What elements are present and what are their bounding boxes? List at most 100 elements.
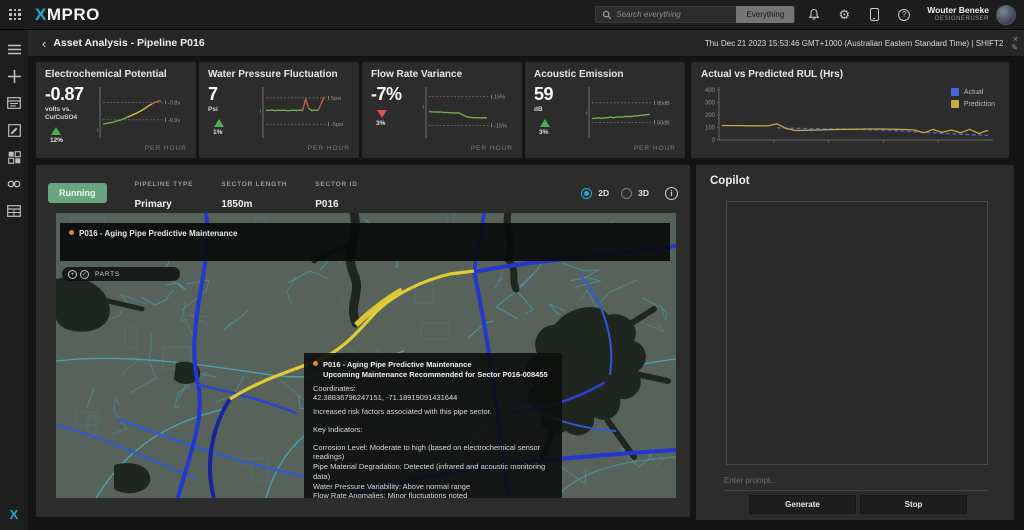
tooltip-title: P016 - Aging Pipe Predictive Maintenance (323, 360, 472, 369)
kpi-title: Electrochemical Potential (45, 69, 187, 80)
blocks-icon[interactable] (6, 149, 22, 165)
svg-text:0: 0 (712, 138, 716, 144)
avatar[interactable] (996, 5, 1016, 25)
asset-panel: Running PIPELINE TYPEPrimary SECTOR LENG… (36, 165, 690, 517)
search-scope-button[interactable]: Everything (736, 6, 794, 23)
menu-icon[interactable] (6, 41, 22, 57)
xmpro-mark-icon[interactable]: X (10, 507, 19, 522)
kpi-title: Water Pressure Fluctuation (208, 69, 350, 80)
tooltip-indicator: Pipe Material Degradation: Detected (inf… (313, 462, 553, 482)
svg-text:0: 0 (260, 109, 261, 115)
form-icon[interactable] (6, 122, 22, 138)
trend-icon (377, 110, 387, 118)
field-value: Primary (135, 199, 172, 210)
radio-2d-label[interactable]: 2D (598, 188, 609, 198)
rul-chart-card: Actual vs Predicted RUL (Hrs) 0100200300… (691, 62, 1009, 158)
map[interactable]: P016 - Aging Pipe Predictive Maintenance… (56, 213, 676, 498)
kpi-caption: PER HOUR (308, 145, 350, 152)
stop-button[interactable]: Stop (860, 495, 967, 514)
search-bar[interactable]: Everything (595, 6, 795, 23)
radio-3d-label[interactable]: 3D (638, 188, 649, 198)
page-header: ‹ Asset Analysis - Pipeline P016 Thu Dec… (28, 30, 1024, 57)
copilot-response-area (726, 201, 988, 465)
timestamp: Thu Dec 21 2023 15:53:46 GMT+1000 (Austr… (705, 39, 1003, 48)
back-chevron-icon[interactable]: ‹ (42, 37, 46, 50)
add-icon[interactable] (6, 68, 22, 84)
radio-2d[interactable] (581, 188, 592, 199)
kpi-card-water-pressure: Water Pressure Fluctuation 7 Psi 1% 05ps… (199, 62, 359, 158)
map-parts-control: + ✓ PARTS (62, 267, 180, 281)
kpi-caption: PER HOUR (634, 145, 676, 152)
kpi-value: -7% (371, 84, 423, 105)
legend-chip-actual (951, 88, 959, 96)
svg-text:80dB: 80dB (657, 101, 670, 107)
copilot-title: Copilot (710, 175, 1000, 187)
xmpro-logo[interactable]: XMPRO (35, 5, 100, 25)
tooltip-subtitle: Upcoming Maintenance Recommended for Sec… (323, 370, 553, 380)
zoom-in-icon[interactable]: + (68, 270, 77, 279)
status-badge: Running (48, 183, 107, 203)
svg-text:0: 0 (423, 105, 424, 111)
field-value: P016 (315, 199, 338, 210)
mobile-device-icon[interactable] (863, 6, 885, 24)
svg-text:-15%: -15% (494, 123, 507, 129)
view-toggles: 2D 3D i (581, 187, 678, 200)
kpi-change: 3% (539, 129, 586, 136)
radio-3d[interactable] (621, 188, 632, 199)
rul-legend: Actual Prediction (951, 88, 995, 112)
settings-gear-icon[interactable]: ⚙ (833, 6, 855, 24)
kpi-unit: dB (534, 106, 586, 114)
apps-grid-icon[interactable] (9, 9, 21, 21)
svg-text:-0.9v: -0.9v (168, 118, 180, 124)
kpi-value: 59 (534, 84, 586, 105)
field-label: SECTOR ID (315, 181, 357, 188)
kpi-caption: PER HOUR (471, 145, 513, 152)
user-menu[interactable]: Wouter Beneke DESIGNERUSER (927, 6, 989, 23)
trend-icon (51, 127, 61, 135)
kpi-unit: Psi (208, 106, 260, 114)
svg-text:300: 300 (705, 101, 716, 107)
info-icon[interactable]: i (665, 187, 678, 200)
tooltip-coords: 42.38836796247151, -71.18919091431644 (313, 393, 553, 403)
svg-text:0: 0 (97, 128, 98, 134)
sparkline-chart: 0 15% -15% (423, 86, 523, 140)
bell-icon[interactable] (803, 6, 825, 24)
window-icon[interactable] (6, 95, 22, 111)
kpi-card-acoustic: Acoustic Emission 59 dB 3% 080dB50dB PER… (525, 62, 685, 158)
map-banner-text: P016 - Aging Pipe Predictive Maintenance (79, 229, 237, 238)
link-icon[interactable] (6, 176, 22, 192)
copilot-prompt-input[interactable] (724, 471, 988, 491)
legend-label: Actual (964, 89, 983, 96)
sparkline-chart: 080dB50dB (586, 86, 686, 140)
parts-label: PARTS (95, 271, 120, 278)
search-input[interactable] (616, 10, 736, 19)
kpi-row: Electrochemical Potential -0.87 volts vs… (36, 62, 685, 158)
generate-button[interactable]: Generate (749, 495, 856, 514)
kpi-caption: PER HOUR (145, 145, 187, 152)
edit-pencil-icon[interactable]: ✎ (1011, 44, 1018, 52)
kpi-title: Flow Rate Variance (371, 69, 513, 80)
marker-dot-icon (69, 230, 74, 235)
help-icon[interactable]: ? (893, 6, 915, 24)
trend-icon (540, 119, 550, 127)
copilot-panel: Copilot Generate Stop (696, 165, 1014, 520)
left-sidebar: X (0, 30, 28, 530)
status-row: Running PIPELINE TYPEPrimary SECTOR LENG… (48, 175, 678, 211)
kpi-value: -0.87 (45, 84, 97, 105)
map-banner: P016 - Aging Pipe Predictive Maintenance (60, 223, 670, 261)
svg-text:15%: 15% (494, 95, 505, 101)
svg-text:-0.8v: -0.8v (168, 100, 180, 106)
field-label: PIPELINE TYPE (135, 181, 194, 188)
svg-text:400: 400 (705, 88, 716, 94)
top-bar: XMPRO Everything ⚙ ? Wouter Beneke DESIG… (0, 0, 1024, 30)
svg-text:100: 100 (705, 126, 716, 132)
kpi-change: 1% (213, 129, 260, 136)
tooltip-indicator: Water Pressure Variability: Above normal… (313, 482, 553, 492)
layers-check-icon[interactable]: ✓ (80, 270, 89, 279)
svg-text:5psi: 5psi (331, 96, 341, 102)
svg-text:-5psi: -5psi (331, 122, 343, 128)
table-icon[interactable] (6, 203, 22, 219)
kpi-unit: volts vs. Cu/CuSO4 (45, 106, 97, 122)
legend-chip-prediction (951, 100, 959, 108)
tooltip-risk: Increased risk factors associated with t… (313, 407, 553, 417)
